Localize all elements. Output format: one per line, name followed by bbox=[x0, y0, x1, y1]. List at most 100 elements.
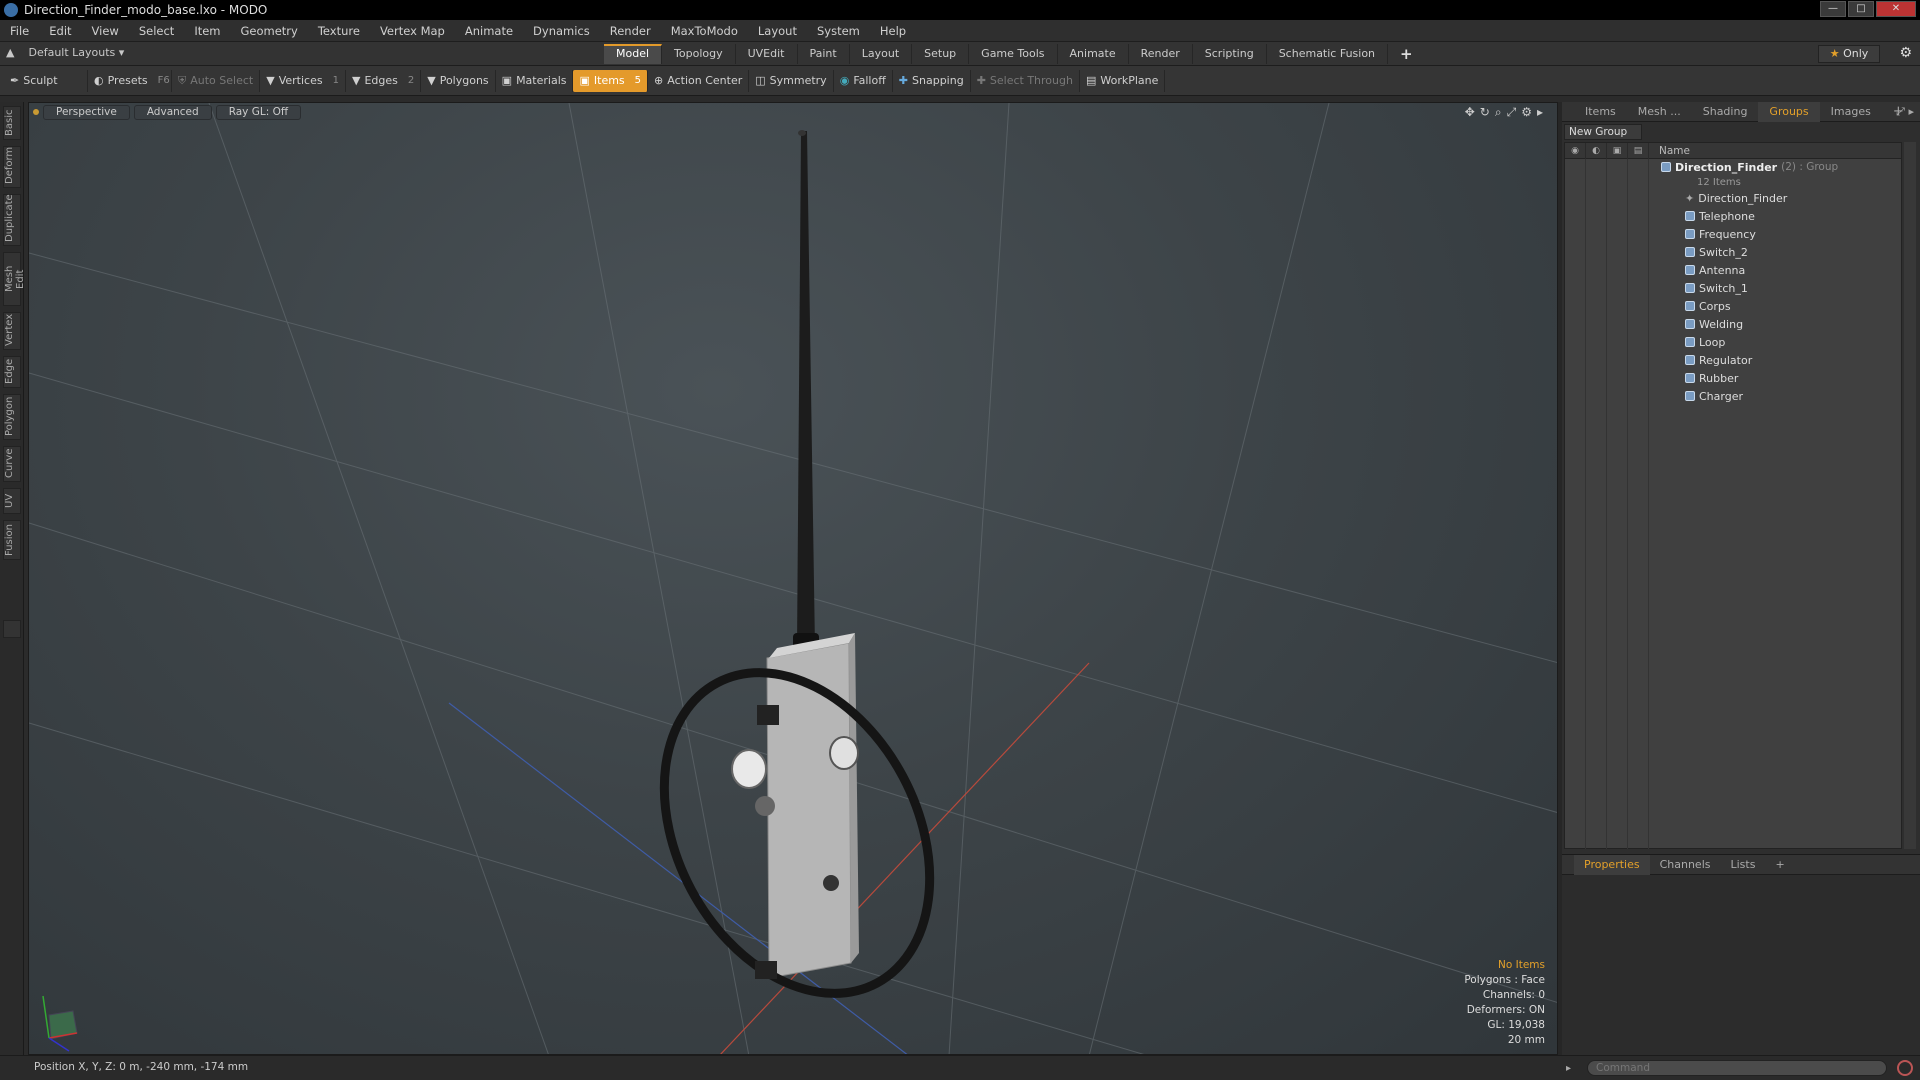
tab-setup[interactable]: Setup bbox=[912, 44, 970, 64]
minimize-button[interactable]: — bbox=[1820, 1, 1846, 17]
raygl-toggle[interactable]: Ray GL: Off bbox=[215, 104, 302, 120]
menu-vertex-map[interactable]: Vertex Map bbox=[370, 24, 455, 38]
close-button[interactable]: ✕ bbox=[1876, 1, 1916, 17]
eye-icon[interactable]: ◉ bbox=[1565, 142, 1586, 159]
list-item[interactable]: Frequency bbox=[1565, 225, 1901, 243]
lock-icon[interactable]: ▣ bbox=[1607, 142, 1628, 159]
menu-select[interactable]: Select bbox=[129, 24, 184, 38]
tab-groups[interactable]: Groups bbox=[1758, 101, 1820, 122]
tab-model[interactable]: Model bbox=[604, 44, 663, 64]
menu-texture[interactable]: Texture bbox=[308, 24, 370, 38]
name-column-header[interactable]: Name bbox=[1651, 145, 1690, 157]
command-input[interactable] bbox=[1587, 1060, 1888, 1076]
tab-paint[interactable]: Paint bbox=[798, 44, 850, 64]
tab-channels[interactable]: Channels bbox=[1650, 858, 1721, 871]
layout-dropdown-label[interactable]: Default Layouts bbox=[28, 46, 115, 59]
menu-edit[interactable]: Edit bbox=[39, 24, 81, 38]
tab-animate[interactable]: Animate bbox=[1058, 44, 1129, 64]
layout-selector[interactable]: ▲ Default Layouts ▾ bbox=[6, 46, 124, 59]
zoom-icon[interactable]: ⌕ bbox=[1495, 105, 1502, 120]
pan-icon[interactable]: ✥ bbox=[1465, 105, 1475, 120]
collapse-toolbox-icon[interactable] bbox=[3, 620, 21, 638]
3d-viewport[interactable]: Perspective Advanced Ray GL: Off ✥ ↻ ⌕ ⤢… bbox=[28, 102, 1558, 1055]
tab-lists[interactable]: Lists bbox=[1721, 858, 1766, 871]
vertices-button[interactable]: ▼ Vertices 1 bbox=[260, 69, 346, 92]
tab-schematic-fusion[interactable]: Schematic Fusion bbox=[1267, 44, 1389, 64]
select-icon[interactable]: ▤ bbox=[1628, 142, 1649, 159]
select-through-button[interactable]: ✚ Select Through bbox=[971, 69, 1080, 92]
view-type-dropdown[interactable]: Perspective bbox=[43, 104, 130, 120]
tab-fusion[interactable]: Fusion bbox=[3, 520, 21, 560]
list-item[interactable]: Corps bbox=[1565, 297, 1901, 315]
tab-duplicate[interactable]: Duplicate bbox=[3, 194, 21, 246]
tab-polygon[interactable]: Polygon bbox=[3, 394, 21, 440]
menu-dynamics[interactable]: Dynamics bbox=[523, 24, 600, 38]
gear-icon[interactable]: ⚙ bbox=[1899, 45, 1912, 61]
symmetry-button[interactable]: ◫ Symmetry bbox=[749, 69, 834, 92]
render-icon[interactable]: ◐ bbox=[1586, 142, 1607, 159]
only-button[interactable]: ★ Only bbox=[1818, 45, 1880, 63]
list-item[interactable]: Charger bbox=[1565, 387, 1901, 405]
tab-edge[interactable]: Edge bbox=[3, 356, 21, 388]
menu-animate[interactable]: Animate bbox=[455, 24, 523, 38]
tab-mesh-edit[interactable]: Mesh Edit bbox=[3, 252, 26, 306]
tab-game-tools[interactable]: Game Tools bbox=[969, 44, 1058, 64]
menu-geometry[interactable]: Geometry bbox=[231, 24, 308, 38]
list-item[interactable]: Rubber bbox=[1565, 369, 1901, 387]
polygons-button[interactable]: ▼ Polygons bbox=[421, 69, 496, 92]
menu-item[interactable]: Item bbox=[184, 24, 230, 38]
menu-view[interactable]: View bbox=[82, 24, 129, 38]
tab-properties[interactable]: Properties bbox=[1574, 854, 1650, 875]
fit-icon[interactable]: ⤢ bbox=[1507, 105, 1517, 120]
workplane-button[interactable]: ▤ WorkPlane bbox=[1080, 69, 1166, 92]
command-stop-icon[interactable] bbox=[1897, 1060, 1914, 1076]
menu-file[interactable]: File bbox=[0, 24, 39, 38]
new-group-button[interactable]: New Group bbox=[1564, 124, 1642, 140]
group-row-root[interactable]: Direction_Finder (2) : Group bbox=[1565, 159, 1901, 175]
maximize-button[interactable]: □ bbox=[1848, 1, 1874, 17]
tab-basic[interactable]: Basic bbox=[3, 106, 21, 140]
menu-system[interactable]: System bbox=[807, 24, 870, 38]
menu-maxtomodo[interactable]: MaxToModo bbox=[661, 24, 748, 38]
tab-uvedit[interactable]: UVEdit bbox=[736, 44, 798, 64]
tab-layout[interactable]: Layout bbox=[850, 44, 913, 64]
action-center-button[interactable]: ⊕ Action Center bbox=[648, 69, 750, 92]
tab-topology[interactable]: Topology bbox=[662, 44, 736, 64]
list-item[interactable]: ✦ Direction_Finder bbox=[1565, 189, 1901, 207]
menu-render[interactable]: Render bbox=[600, 24, 661, 38]
shading-mode-dropdown[interactable]: Advanced bbox=[133, 104, 212, 120]
items-button[interactable]: ▣ Items 5 bbox=[573, 69, 649, 92]
sculpt-button[interactable]: ✒ Sculpt bbox=[4, 69, 88, 92]
materials-button[interactable]: ▣ Materials bbox=[496, 69, 574, 92]
menu-layout[interactable]: Layout bbox=[748, 24, 807, 38]
tab-scripting[interactable]: Scripting bbox=[1193, 44, 1267, 64]
rotate-icon[interactable]: ↻ bbox=[1480, 105, 1490, 120]
menu-help[interactable]: Help bbox=[870, 24, 916, 38]
viewport-gear-icon[interactable]: ⚙ bbox=[1521, 105, 1532, 120]
snapping-button[interactable]: ✚ Snapping bbox=[893, 69, 971, 92]
add-tab-icon[interactable]: + bbox=[1765, 858, 1794, 871]
list-item[interactable]: Loop bbox=[1565, 333, 1901, 351]
add-tab-icon[interactable]: + bbox=[1388, 44, 1425, 64]
tab-shading[interactable]: Shading bbox=[1692, 105, 1759, 118]
list-item[interactable]: Switch_1 bbox=[1565, 279, 1901, 297]
tab-vertex[interactable]: Vertex bbox=[3, 312, 21, 350]
tab-items[interactable]: Items bbox=[1574, 105, 1627, 118]
panel-expand-icon[interactable]: ⤢ ▸ bbox=[1896, 105, 1914, 119]
edges-button[interactable]: ▼ Edges 2 bbox=[346, 69, 422, 92]
tab-render[interactable]: Render bbox=[1129, 44, 1193, 64]
viewport-expand-icon[interactable]: ▸ bbox=[1537, 105, 1543, 120]
falloff-button[interactable]: ◉ Falloff bbox=[834, 69, 893, 92]
list-item[interactable]: Welding bbox=[1565, 315, 1901, 333]
auto-select-button[interactable]: ⛨ Auto Select bbox=[172, 69, 261, 92]
presets-button[interactable]: ◐ Presets F6 bbox=[88, 69, 172, 92]
layout-up-icon[interactable]: ▲ bbox=[6, 46, 14, 59]
list-item[interactable]: Telephone bbox=[1565, 207, 1901, 225]
viewport-menu-dot[interactable] bbox=[33, 109, 39, 115]
list-item[interactable]: Antenna bbox=[1565, 261, 1901, 279]
list-item[interactable]: Switch_2 bbox=[1565, 243, 1901, 261]
tab-images[interactable]: Images bbox=[1820, 105, 1882, 118]
tab-mesh[interactable]: Mesh ... bbox=[1627, 105, 1692, 118]
groups-scrollbar[interactable] bbox=[1904, 142, 1916, 849]
tab-curve[interactable]: Curve bbox=[3, 446, 21, 482]
